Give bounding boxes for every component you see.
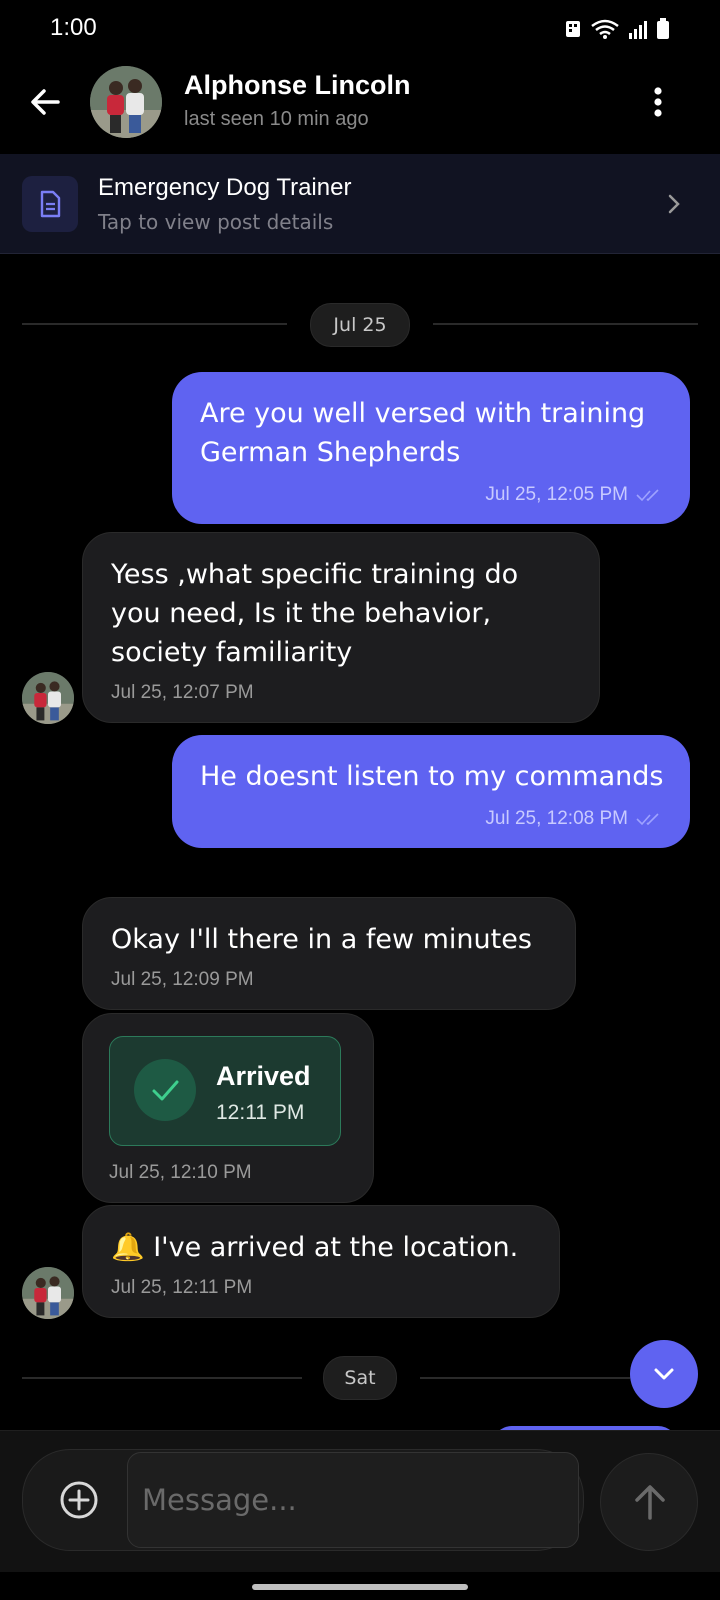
chevron-right-icon <box>668 194 680 214</box>
arrow-left-icon <box>31 89 60 115</box>
message-bubble-outgoing[interactable]: Are you well versed with training German… <box>172 372 690 524</box>
sender-avatar[interactable] <box>22 672 74 724</box>
message-bubble-incoming[interactable]: 🔔 I've arrived at the location. Jul 25, … <box>82 1205 560 1318</box>
message-text: He doesnt listen to my commands <box>200 761 664 792</box>
date-pill: Jul 25 <box>310 303 410 347</box>
double-check-icon <box>636 489 659 502</box>
document-icon <box>40 190 61 218</box>
arrived-time: 12:11 PM <box>216 1101 305 1124</box>
post-chevron <box>664 190 684 218</box>
arrival-message-bubble[interactable]: Arrived 12:11 PM Jul 25, 12:10 PM <box>82 1013 374 1203</box>
home-indicator[interactable] <box>252 1584 468 1590</box>
status-time: 1:00 <box>50 14 97 41</box>
date-divider-left <box>22 1377 302 1379</box>
plus-circle-icon <box>60 1481 98 1519</box>
message-time: Jul 25, 12:09 PM <box>111 969 254 990</box>
message-time: Jul 25, 12:10 PM <box>109 1162 252 1183</box>
more-vertical-icon <box>654 87 662 117</box>
arrived-title: Arrived <box>216 1061 311 1091</box>
add-attachment-button[interactable] <box>59 1480 99 1520</box>
back-button[interactable] <box>26 82 66 122</box>
contact-avatar[interactable] <box>90 66 162 138</box>
message-bubble-incoming[interactable]: Yess ,what specific training do you need… <box>82 532 600 723</box>
message-text: Okay I'll there in a few minutes <box>111 924 532 955</box>
message-time: Jul 25, 12:11 PM <box>111 1277 253 1298</box>
signal-icon <box>629 21 647 39</box>
message-bubble-incoming[interactable]: Okay I'll there in a few minutes Jul 25,… <box>82 897 576 1010</box>
building-icon <box>566 21 580 37</box>
check-icon <box>152 1080 179 1101</box>
date-divider-right <box>433 323 698 325</box>
post-banner[interactable]: Emergency Dog Trainer Tap to view post d… <box>0 154 720 254</box>
post-subtitle: Tap to view post details <box>98 210 334 234</box>
message-composer <box>0 1430 720 1572</box>
chat-header: Alphonse Lincoln last seen 10 min ago <box>0 58 720 154</box>
message-text: Are you well versed with training German… <box>200 398 646 468</box>
contact-name[interactable]: Alphonse Lincoln <box>184 70 411 101</box>
date-divider-left <box>22 323 287 325</box>
battery-icon <box>657 18 669 39</box>
date-pill: Sat <box>323 1356 397 1400</box>
send-button[interactable] <box>600 1453 698 1551</box>
chevron-down-icon <box>654 1368 674 1380</box>
post-title: Emergency Dog Trainer <box>98 174 352 201</box>
composer-pill <box>22 1449 584 1551</box>
post-icon-container <box>22 176 78 232</box>
message-time: Jul 25, 12:08 PM <box>200 808 664 830</box>
date-divider-right <box>420 1377 630 1379</box>
last-seen-status: last seen 10 min ago <box>184 108 369 130</box>
message-input[interactable] <box>127 1452 579 1548</box>
message-text: 🔔 I've arrived at the location. <box>111 1232 519 1263</box>
check-circle <box>134 1059 196 1121</box>
double-check-icon <box>636 813 659 826</box>
sender-avatar[interactable] <box>22 1267 74 1319</box>
message-time: Jul 25, 12:05 PM <box>200 484 664 506</box>
arrived-status-card: Arrived 12:11 PM <box>109 1036 341 1146</box>
status-icons <box>564 18 670 40</box>
arrow-up-icon <box>635 1485 665 1520</box>
more-options-button[interactable] <box>646 82 670 122</box>
scroll-to-bottom-button[interactable] <box>630 1340 698 1408</box>
message-text: Yess ,what specific training do you need… <box>111 559 519 668</box>
message-bubble-outgoing[interactable]: He doesnt listen to my commands Jul 25, … <box>172 735 690 848</box>
message-time: Jul 25, 12:07 PM <box>111 682 254 703</box>
status-bar: 1:00 <box>0 0 720 58</box>
wifi-icon <box>591 19 619 39</box>
